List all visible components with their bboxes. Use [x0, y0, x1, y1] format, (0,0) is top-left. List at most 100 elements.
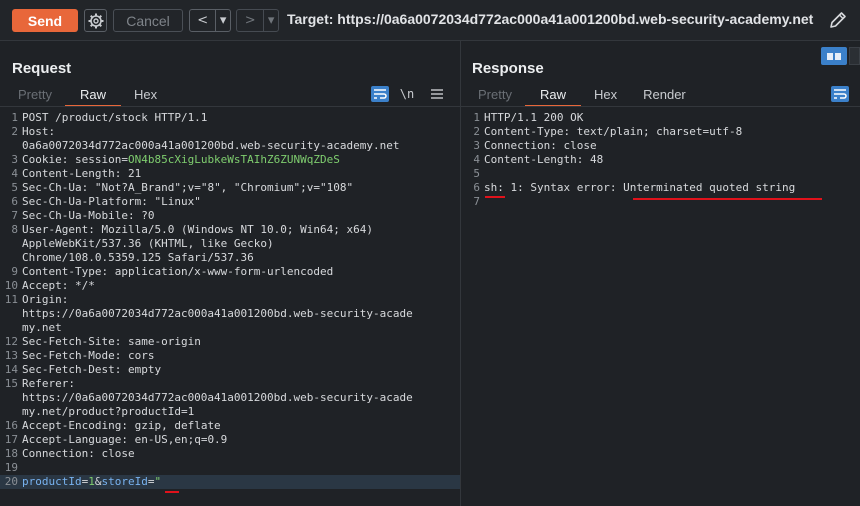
header-name: Host:: [22, 125, 56, 138]
response-tabs: Pretty Raw Hex Render: [465, 87, 699, 107]
header-value: session=: [68, 153, 128, 166]
pencil-icon[interactable]: [828, 10, 848, 30]
tab-pretty[interactable]: Pretty: [5, 87, 65, 107]
newline-icon[interactable]: \n: [398, 86, 416, 102]
header-value: Mozilla/5.0 (Windows NT 10.0; Win64; x64…: [94, 223, 374, 236]
line-text: Content-Length: 21: [22, 167, 141, 181]
forward-history-dropdown[interactable]: ▾: [264, 10, 278, 31]
line-number: 6: [11, 195, 18, 208]
tab-raw[interactable]: Raw: [524, 87, 581, 107]
request-title: Request: [12, 60, 72, 77]
line-text: 0a6a0072034d772ac000a41a001200bd.web-sec…: [22, 139, 400, 153]
line-number: 4: [473, 153, 480, 166]
line-number: 18: [4, 447, 18, 460]
header-value: https://0a6a0072034d772ac000a41a001200bd…: [22, 307, 413, 320]
wrap-glyph-icon: [374, 89, 387, 99]
line-number: [0, 139, 22, 153]
code-line: 13 Sec-Fetch-Mode: cors: [0, 349, 460, 363]
target-url[interactable]: Target: https://0a6a0072034d772ac000a41a…: [287, 11, 813, 27]
response-pane: Response Pretty Raw Hex Render 1 HTTP/1.1…: [461, 41, 860, 506]
header-value: same-origin: [121, 335, 201, 348]
header-value: gzip, deflate: [127, 419, 221, 432]
wrap-icon[interactable]: [371, 86, 389, 102]
tab-pretty[interactable]: Pretty: [465, 87, 525, 107]
line-number: 7: [11, 209, 18, 222]
code-line: 18 Connection: close: [0, 447, 460, 461]
annotation-underline: [165, 491, 179, 493]
code-line: 17 Accept-Language: en-US,en;q=0.9: [0, 433, 460, 447]
response-title: Response: [472, 60, 544, 77]
code-line: 4 Content-Length: 21: [0, 167, 460, 181]
code-line: 12 Sec-Fetch-Site: same-origin: [0, 335, 460, 349]
line-text: HTTP/1.1 200 OK: [484, 111, 583, 125]
line-text: Sec-Ch-Ua-Platform: "Linux": [22, 195, 201, 209]
code-line: 5: [462, 167, 860, 181]
header-value: en-US,en;q=0.9: [127, 433, 228, 446]
header-name: Cookie:: [22, 153, 69, 166]
back-nav-group: < ▾: [189, 9, 231, 32]
forward-nav-group: > ▾: [236, 9, 279, 32]
line-number: 5: [473, 167, 480, 180]
line-number: 2: [11, 125, 18, 138]
code-line: Chrome/108.0.5359.125 Safari/537.36: [0, 251, 460, 265]
line-number: 16: [4, 419, 18, 432]
param-name: storeId: [101, 475, 148, 488]
send-button[interactable]: Send: [12, 9, 78, 32]
header-value: ?0: [134, 209, 155, 222]
code-line: 0a6a0072034d772ac000a41a001200bd.web-sec…: [0, 139, 460, 153]
line-number: 14: [4, 363, 18, 376]
settings-button[interactable]: [84, 9, 107, 32]
code-line: 9 Content-Type: application/x-www-form-ur…: [0, 265, 460, 279]
line-number: 10: [4, 279, 18, 292]
menu-icon[interactable]: [428, 86, 446, 102]
code-line: 14 Sec-Fetch-Dest: empty: [0, 363, 460, 377]
header-value: 21: [121, 167, 142, 180]
code-line: https://0a6a0072034d772ac000a41a001200bd…: [0, 391, 460, 405]
line-text: Sec-Fetch-Mode: cors: [22, 349, 154, 363]
line-number: 19: [4, 461, 18, 474]
line-number: 5: [11, 181, 18, 194]
code-line: 3 Connection: close: [462, 139, 860, 153]
line-number: 8: [11, 223, 18, 236]
line-text: Content-Type: application/x-www-form-url…: [22, 265, 333, 279]
header-value: text/plain; charset=utf-8: [570, 125, 743, 138]
hamburger-icon: [431, 89, 443, 99]
line-text: Chrome/108.0.5359.125 Safari/537.36: [22, 251, 254, 265]
line-text: Referer:: [22, 377, 75, 391]
line-number: 9: [11, 265, 18, 278]
line-number: 3: [473, 139, 480, 152]
header-value: close: [556, 139, 597, 152]
tab-hex[interactable]: Hex: [581, 87, 630, 107]
line-text: Sec-Ch-Ua: "Not?A_Brand";v="8", "Chromiu…: [22, 181, 353, 195]
line-text: productId=1&storeId=": [22, 475, 161, 489]
tab-raw[interactable]: Raw: [64, 87, 121, 107]
header-name: Content-Type:: [22, 265, 109, 278]
line-number: 1: [11, 111, 18, 124]
line-text: Origin:: [22, 293, 68, 307]
header-name: Sec-Ch-Ua:: [22, 181, 89, 194]
request-editor[interactable]: 1 POST /product/stock HTTP/1.1 2 Host: 0a6a0…: [0, 111, 460, 489]
line-text: Accept-Encoding: gzip, deflate: [22, 419, 221, 433]
code-line: 19: [0, 461, 460, 475]
forward-button[interactable]: >: [237, 10, 263, 31]
line-number: 1: [473, 111, 480, 124]
response-editor[interactable]: 1 HTTP/1.1 200 OK 2 Content-Type: text/plai…: [462, 111, 860, 209]
code-line: 6 Sec-Ch-Ua-Platform: "Linux": [0, 195, 460, 209]
header-value: application/x-www-form-urlencoded: [108, 265, 334, 278]
line-number: [0, 237, 22, 251]
header-name: Connection:: [22, 447, 95, 460]
split-view-alt-button[interactable]: [849, 47, 860, 65]
line-text: my.net/product?productId=1: [22, 405, 194, 419]
wrap-icon[interactable]: [831, 86, 849, 102]
back-button[interactable]: <: [190, 10, 215, 31]
back-history-dropdown[interactable]: ▾: [216, 10, 230, 31]
split-view-icon[interactable]: [821, 47, 847, 65]
header-name: Accept-Encoding:: [22, 419, 128, 432]
header-name: Connection:: [484, 139, 557, 152]
header-value: 0a6a0072034d772ac000a41a001200bd.web-sec…: [22, 139, 400, 152]
header-name: Referer:: [22, 377, 75, 390]
line-text: Content-Type: text/plain; charset=utf-8: [484, 125, 742, 139]
cancel-button[interactable]: Cancel: [113, 9, 183, 32]
tab-hex[interactable]: Hex: [121, 87, 170, 107]
tab-render[interactable]: Render: [630, 87, 699, 107]
